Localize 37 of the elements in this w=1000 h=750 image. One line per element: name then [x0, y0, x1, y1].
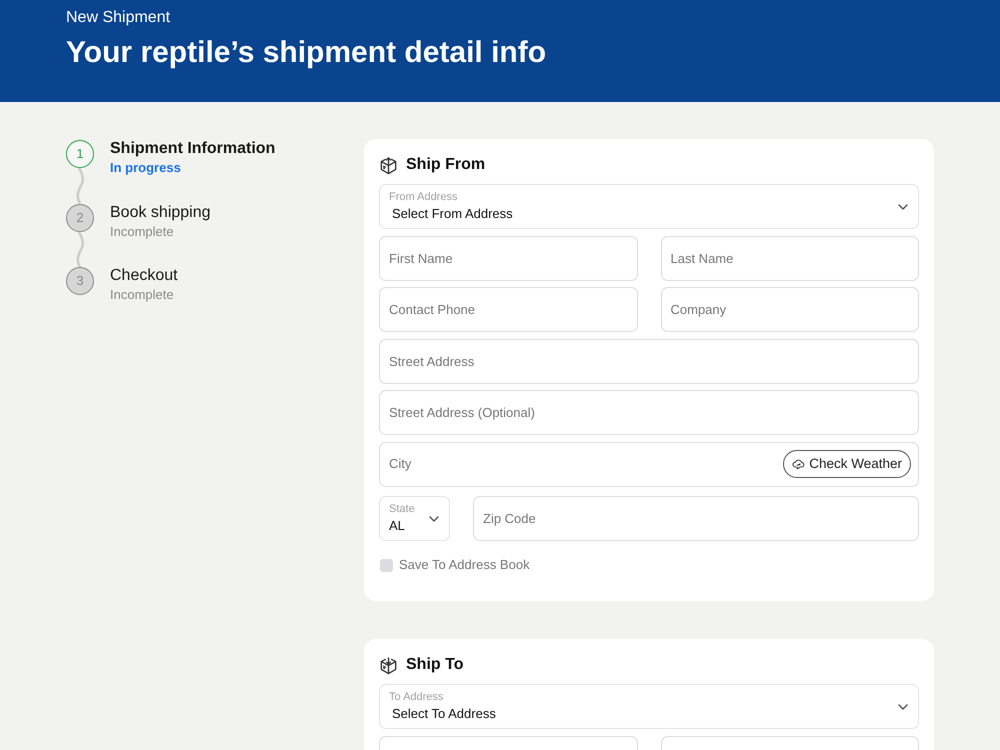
input-field[interactable]: Zip Code	[473, 496, 919, 541]
select-field[interactable]: To Address Select To Address	[379, 684, 919, 729]
section-title: Ship To	[406, 655, 464, 675]
step-status: Incomplete	[110, 224, 174, 240]
step-connector	[75, 232, 85, 267]
step-connector	[75, 168, 85, 204]
select-field[interactable]: State AL	[379, 496, 450, 541]
step-title: Book shipping	[110, 204, 211, 222]
chevron-down-icon	[429, 516, 439, 522]
step-number: 1	[66, 140, 94, 168]
checkbox-label: Save To Address Book	[399, 557, 530, 573]
step-number: 3	[66, 267, 94, 295]
check-weather-button[interactable]: Check Weather	[783, 450, 911, 478]
step-number: 2	[66, 204, 94, 232]
chevron-down-icon	[898, 704, 908, 710]
input-field[interactable]: Company	[660, 287, 919, 332]
input-field[interactable]: City Check Weather	[379, 442, 919, 486]
input-field[interactable]: Street Address	[379, 338, 919, 384]
step-status: Incomplete	[110, 287, 174, 303]
section-title: Ship From	[406, 155, 486, 175]
step-status: In progress	[110, 160, 181, 176]
package-arrow-up-icon	[380, 156, 397, 174]
package-arrow-down-icon	[380, 656, 397, 674]
input-field[interactable]: Contact Phone	[379, 287, 638, 332]
input-field[interactable]: Last Name	[660, 236, 919, 280]
cloud-refresh-icon	[792, 458, 806, 470]
step-title: Shipment Information	[110, 140, 276, 158]
page-subtitle: New Shipment	[66, 8, 170, 28]
input-field[interactable]	[660, 736, 919, 750]
input-field[interactable]	[379, 736, 638, 750]
page-title: Your reptile’s shipment detail info	[66, 35, 546, 71]
checkbox[interactable]	[380, 558, 393, 572]
step-title: Checkout	[110, 267, 178, 285]
chevron-down-icon	[898, 204, 908, 210]
input-field[interactable]: Street Address (Optional)	[379, 390, 919, 435]
select-field[interactable]: From Address Select From Address	[379, 184, 919, 229]
input-field[interactable]: First Name	[379, 236, 638, 280]
